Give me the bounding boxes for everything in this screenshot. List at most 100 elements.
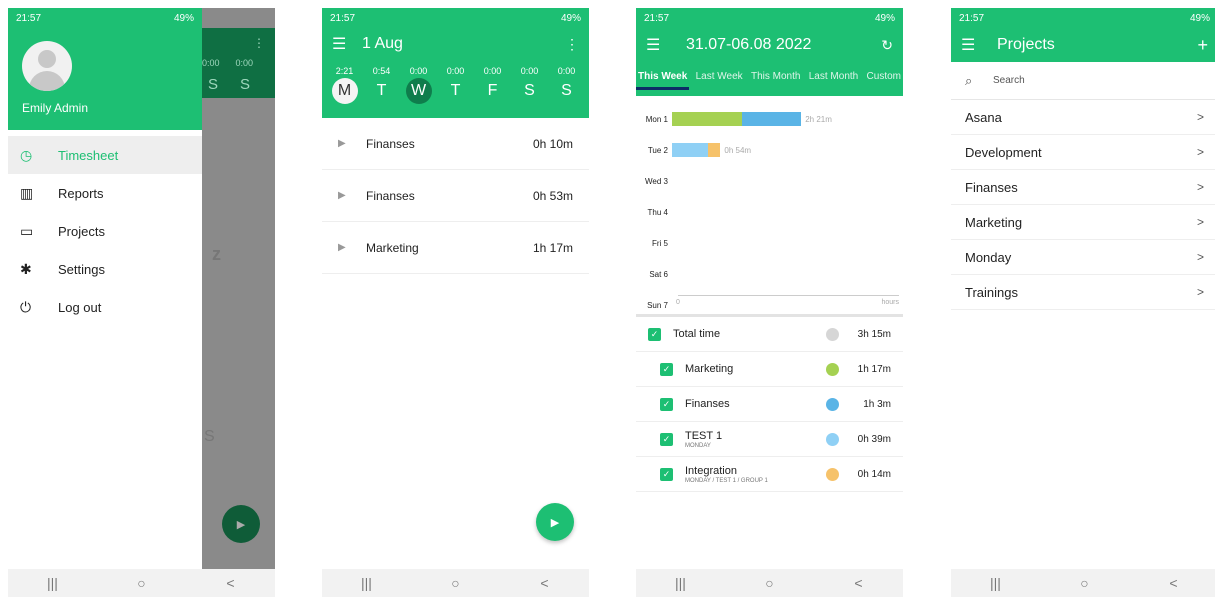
scrim[interactable]: ⋮ 0:00 0:00 S S z S ▶: [202, 8, 275, 569]
day-button[interactable]: T: [369, 78, 395, 104]
menu-item-timesheet[interactable]: ◷ Timesheet: [8, 136, 202, 174]
recent-apps-button[interactable]: |||: [661, 575, 701, 591]
checkbox[interactable]: ✓: [660, 362, 673, 376]
menu-icon[interactable]: ☰: [646, 35, 686, 55]
color-dot: [826, 397, 839, 411]
back-button[interactable]: <: [525, 575, 565, 591]
legend-row[interactable]: ✓ Finanses 1h 3m: [636, 387, 903, 422]
home-button[interactable]: ○: [1065, 575, 1105, 591]
avatar[interactable]: [22, 41, 72, 91]
day-button[interactable]: W: [405, 78, 432, 104]
status-battery: 49%: [560, 12, 581, 24]
system-nav-bar: ||| ○ <: [8, 569, 275, 597]
refresh-icon[interactable]: ↻: [881, 37, 893, 54]
add-icon[interactable]: +: [1197, 35, 1208, 56]
tab-last-week[interactable]: Last Week: [696, 71, 743, 90]
hours-bar-chart: 0 hours Mon 1 2h 21m Tue 2 0h 54m Wed 3 Thu 4…: [636, 96, 903, 314]
back-button[interactable]: <: [211, 575, 251, 591]
legend-time: 0h 14m: [857, 468, 891, 480]
checkbox[interactable]: ✓: [660, 432, 673, 446]
projects-header: 21:57 49% ☰ Projects +: [951, 8, 1215, 62]
status-battery: 49%: [874, 12, 895, 24]
play-fab[interactable]: ▶: [222, 505, 260, 543]
menu-icon[interactable]: ☰: [961, 35, 997, 55]
time-entry[interactable]: ▶ Finanses 0h 53m: [322, 170, 589, 222]
menu-item-logout[interactable]: ⏻ Log out: [8, 288, 202, 326]
tab-custom[interactable]: Custom: [867, 71, 901, 90]
project-name: Trainings: [965, 284, 1018, 300]
search-input[interactable]: Search: [993, 75, 1025, 86]
bar-segment[interactable]: [742, 112, 802, 126]
recent-apps-button[interactable]: |||: [33, 575, 73, 591]
day-time: 0:00: [520, 66, 539, 76]
category-label: Fri 5: [652, 238, 668, 248]
day-button[interactable]: S: [554, 78, 580, 104]
chart-row: Mon 1 2h 21m: [636, 112, 832, 126]
bar-segment[interactable]: [707, 143, 721, 157]
system-nav-bar: ||| ○ <: [636, 569, 903, 597]
project-row[interactable]: Development >: [951, 135, 1215, 170]
legend-row[interactable]: ✓ TEST 1 MONDAY 0h 39m: [636, 422, 903, 457]
category-label: Mon 1: [645, 114, 668, 124]
play-icon[interactable]: ▶: [338, 190, 366, 201]
back-button[interactable]: <: [1154, 575, 1194, 591]
project-row[interactable]: Marketing >: [951, 205, 1215, 240]
search-icon: ⌕: [965, 72, 973, 88]
play-icon[interactable]: ▶: [338, 242, 366, 253]
project-name: Monday: [965, 249, 1012, 265]
home-button[interactable]: ○: [436, 575, 476, 591]
legend-row[interactable]: ✓ Total time 3h 15m: [636, 317, 903, 352]
back-button[interactable]: <: [839, 575, 879, 591]
legend-name: Finanses: [685, 398, 730, 410]
project-row[interactable]: Finanses >: [951, 170, 1215, 205]
day-button[interactable]: M: [331, 78, 358, 104]
day-button[interactable]: T: [443, 78, 469, 104]
legend-row[interactable]: ✓ Marketing 1h 17m: [636, 352, 903, 387]
checkbox[interactable]: ✓: [660, 397, 673, 411]
search-bar[interactable]: ⌕ Search: [951, 62, 1215, 100]
entry-duration: 1h 17m: [532, 240, 573, 255]
legend-row[interactable]: ✓ Integration MONDAY / TEST 1 / GROUP 1 …: [636, 457, 903, 492]
menu-icon[interactable]: ☰: [332, 34, 362, 54]
time-entry[interactable]: ▶ Finanses 0h 10m: [322, 118, 589, 170]
recent-apps-button[interactable]: |||: [347, 575, 387, 591]
menu-item-projects[interactable]: ▭ Projects: [8, 212, 202, 250]
recent-apps-button[interactable]: |||: [976, 575, 1016, 591]
tab-last-month[interactable]: Last Month: [809, 71, 858, 90]
day-button[interactable]: S: [517, 78, 543, 104]
folder-icon: ▭: [20, 222, 34, 239]
day-time: 0:00: [446, 66, 465, 76]
color-dot: [826, 467, 839, 481]
day-button[interactable]: F: [480, 78, 506, 104]
start-timer-fab[interactable]: ▶: [536, 503, 574, 541]
category-label: Sun 7: [647, 300, 668, 310]
home-button[interactable]: ○: [750, 575, 790, 591]
checkbox[interactable]: ✓: [660, 467, 673, 481]
checkbox[interactable]: ✓: [648, 327, 661, 341]
chevron-right-icon: >: [1196, 180, 1204, 194]
menu-item-settings[interactable]: ✱ Settings: [8, 250, 202, 288]
day-time: 0:00: [483, 66, 502, 76]
tab-this-week[interactable]: This Week: [636, 71, 690, 90]
projects-screen: 21:57 49% ☰ Projects + ⌕ Search Asana > D…: [951, 8, 1215, 597]
entry-duration: 0h 53m: [532, 188, 573, 203]
project-row[interactable]: Asana >: [951, 100, 1215, 135]
time-entry[interactable]: ▶ Marketing 1h 17m: [322, 222, 589, 274]
app-bar: ☰ 31.07-06.08 2022 ↻: [636, 28, 903, 62]
legend-time: 0h 39m: [857, 433, 891, 445]
home-button[interactable]: ○: [122, 575, 162, 591]
tab-this-month[interactable]: This Month: [751, 71, 800, 90]
project-row[interactable]: Trainings >: [951, 275, 1215, 310]
color-dot: [826, 362, 839, 376]
more-icon[interactable]: ⋮: [565, 36, 579, 53]
bar-total-label: 2h 21m: [805, 114, 832, 124]
play-icon[interactable]: ▶: [338, 138, 366, 149]
menu-item-reports[interactable]: ▥ Reports: [8, 174, 202, 212]
entry-name: Marketing: [366, 240, 419, 255]
day-selector: M T W T F S S: [322, 78, 589, 108]
app-bar: ☰ 1 Aug ⋮: [322, 28, 589, 60]
bar-segment[interactable]: [672, 143, 708, 157]
bar-segment[interactable]: [672, 112, 743, 126]
category-label: Thu 4: [647, 207, 668, 217]
project-row[interactable]: Monday >: [951, 240, 1215, 275]
